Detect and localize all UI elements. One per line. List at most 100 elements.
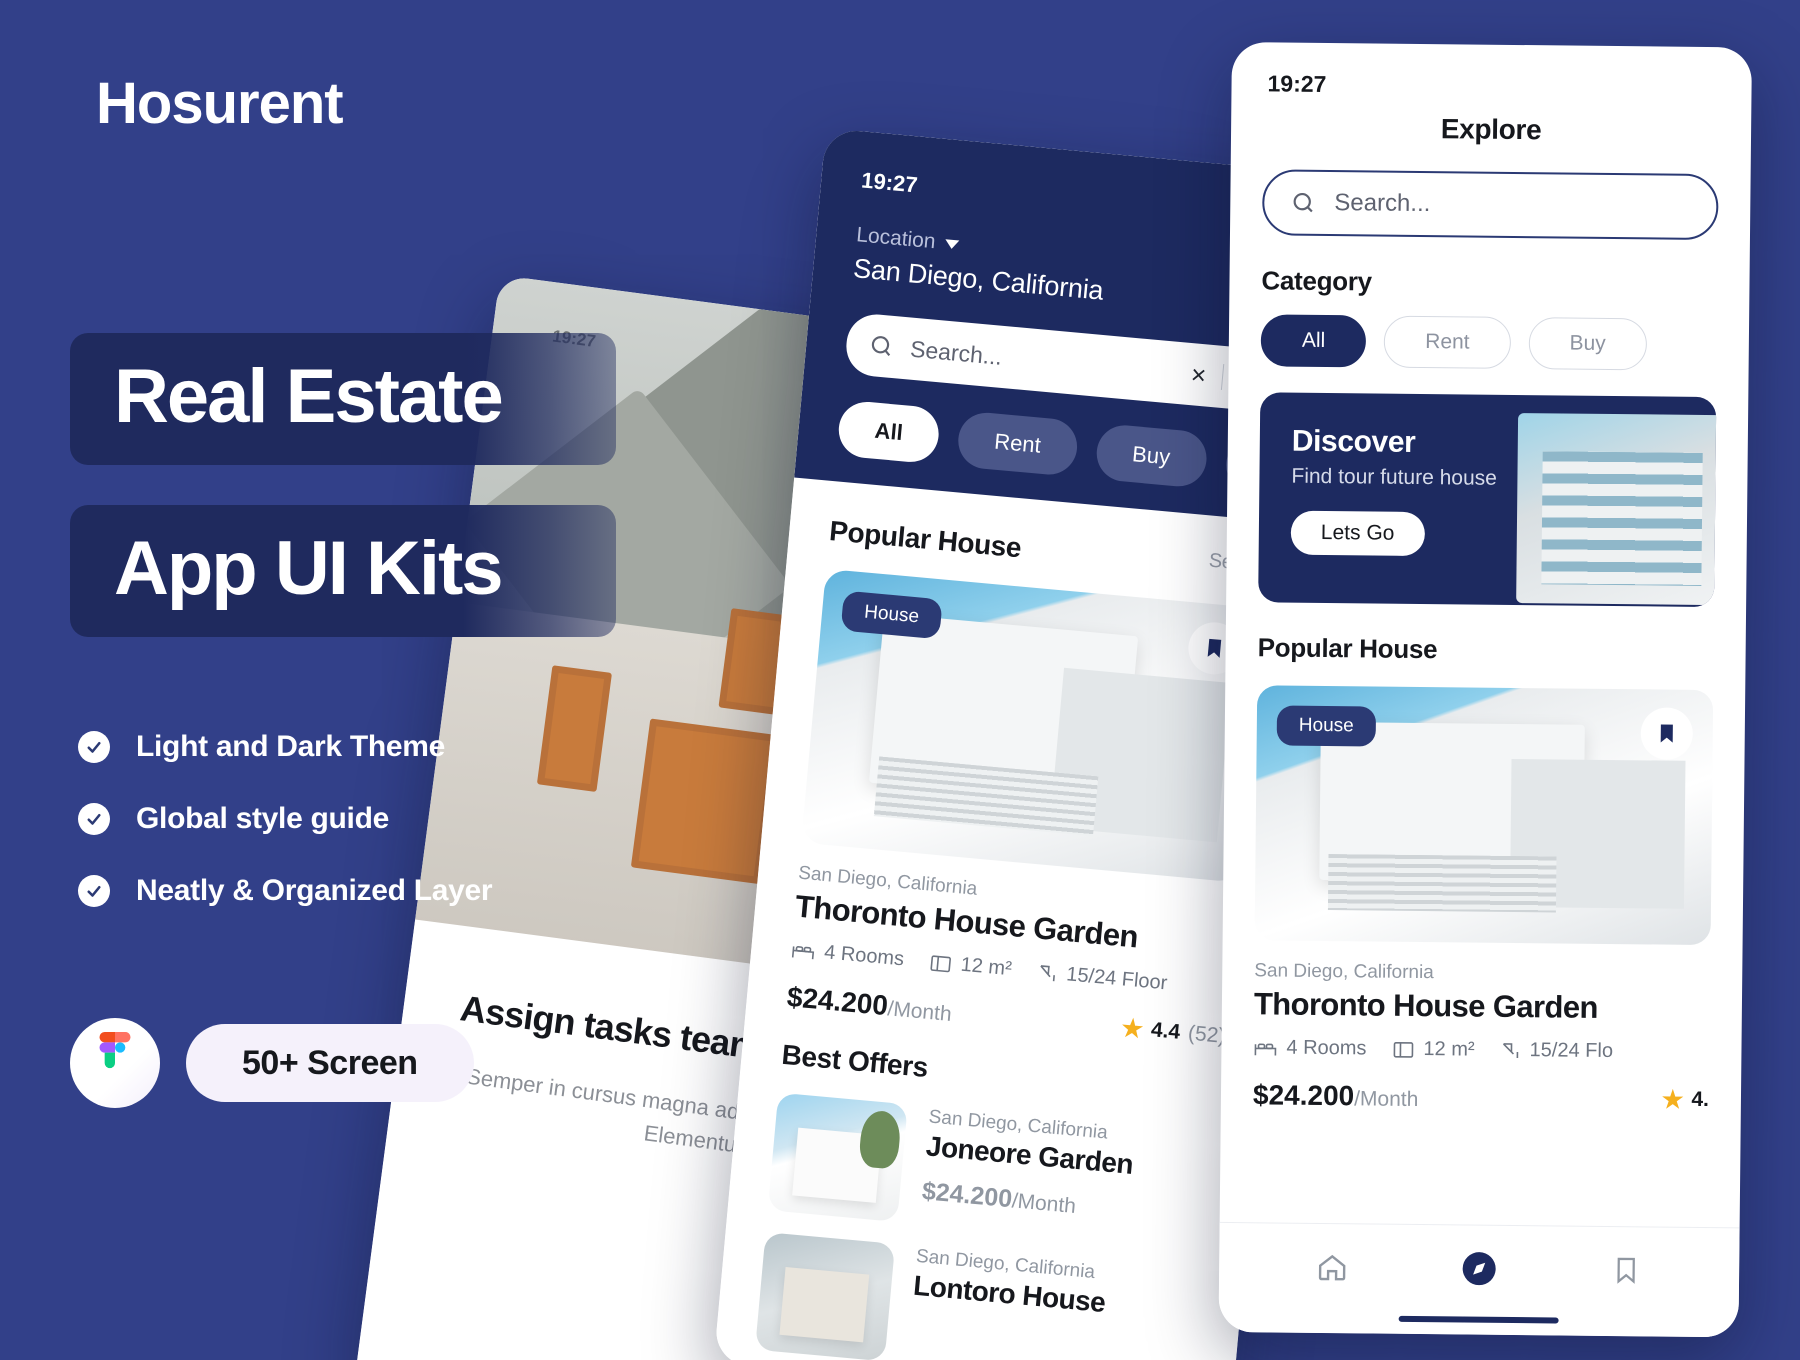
price-row: $24.200/Month ★ 4.	[1253, 1079, 1709, 1116]
list-item: Light and Dark Theme	[78, 730, 492, 764]
louvre-shape	[1327, 854, 1557, 913]
window-shape	[630, 718, 780, 885]
brand-name: Hosurent	[96, 71, 344, 136]
headline-block-2: App UI Kits	[70, 505, 616, 637]
area-icon	[1393, 1041, 1414, 1058]
rating-value: 4.	[1691, 1087, 1710, 1112]
feature-label: Light and Dark Theme	[136, 730, 446, 763]
price-value: $24.200	[1252, 1079, 1355, 1112]
figma-logo-icon[interactable]	[70, 1018, 160, 1108]
rooms-meta: 4 Rooms	[790, 938, 905, 971]
popular-house-card[interactable]: House San Diego, California Thoronto Hou…	[1253, 685, 1714, 1116]
popular-house-title: Popular House	[828, 515, 1023, 564]
chip-all[interactable]: All	[1260, 314, 1367, 368]
offer-thumbnail	[767, 1092, 908, 1222]
rating-value: 4.4	[1150, 1018, 1182, 1044]
check-circle-icon	[78, 731, 110, 763]
house-tag-badge: House	[1276, 705, 1376, 747]
popular-house-title: Popular House	[1257, 632, 1438, 665]
category-title: Category	[1261, 265, 1372, 297]
discover-banner[interactable]: Discover Find tour future house Lets Go	[1258, 392, 1717, 608]
chevron-down-icon	[945, 238, 960, 250]
price-value: $24.200	[785, 981, 890, 1022]
screens-count-badge: 50+ Screen	[186, 1024, 474, 1102]
check-circle-icon	[78, 803, 110, 835]
feature-label: Global style guide	[136, 802, 389, 835]
rating: ★ 4.	[1662, 1085, 1709, 1114]
chip-buy[interactable]: Buy	[1528, 317, 1648, 371]
chip-buy[interactable]: Buy	[1093, 422, 1209, 489]
headline-line-1: Real Estate	[114, 354, 504, 439]
divider	[1220, 363, 1225, 390]
offer-thumbnail	[754, 1232, 896, 1360]
search-icon	[871, 336, 891, 357]
floor-icon	[1503, 1042, 1519, 1058]
chip-all[interactable]: All	[836, 399, 942, 465]
star-icon: ★	[1661, 1086, 1684, 1114]
listing-title: Thoronto House Garden	[1253, 986, 1599, 1025]
listing-price: $24.200/Month	[1253, 1079, 1419, 1113]
area-meta: 12 m²	[1392, 1038, 1475, 1062]
nav-home-icon[interactable]	[1310, 1244, 1354, 1288]
list-item: Neatly & Organized Layer	[78, 874, 493, 908]
floor-meta: 15/24 Floor	[1036, 961, 1168, 996]
nav-bookmark-icon[interactable]	[1604, 1247, 1648, 1291]
tree-shape	[857, 1109, 902, 1170]
right-status-time: 19:27	[1267, 70, 1327, 97]
floor-meta: 15/24 Flo	[1500, 1039, 1613, 1063]
feature-list: Light and Dark Theme Global style guide …	[78, 730, 493, 946]
listing-meta-block: San Diego, California Thoronto House Gar…	[1253, 960, 1711, 1116]
headline-block-1: Real Estate	[70, 333, 616, 465]
screens-count-label: 50+ Screen	[242, 1043, 418, 1082]
status-time: 19:27	[860, 167, 919, 198]
search-bar[interactable]: Search...	[1261, 169, 1719, 241]
popular-house-image[interactable]: House	[801, 568, 1265, 883]
lets-go-button[interactable]: Lets Go	[1290, 510, 1425, 557]
category-chips: All Rent Buy	[1260, 314, 1718, 371]
phone-mockup-right: 19:27 Explore Search... Category All Ren…	[1218, 42, 1752, 1338]
offer-price-unit: /Month	[1010, 1189, 1077, 1219]
chip-rent[interactable]: Rent	[956, 410, 1080, 477]
area-value: 12 m²	[959, 953, 1013, 981]
house-tag-badge: House	[840, 590, 943, 640]
filter-chips: All Rent Buy Apartment	[836, 399, 1344, 507]
location-label: Location	[855, 223, 937, 254]
list-item[interactable]: San Diego, California Joneore Garden $24…	[767, 1092, 1217, 1250]
search-input[interactable]: Search...	[909, 335, 1176, 386]
star-icon: ★	[1120, 1014, 1145, 1043]
clear-icon[interactable]: ×	[1190, 359, 1208, 391]
best-offers-title: Best Offers	[780, 1038, 930, 1084]
search-input[interactable]: Search...	[1334, 189, 1430, 218]
offer-price-value: $24.200	[920, 1177, 1014, 1214]
area-meta: 12 m²	[929, 951, 1013, 981]
area-value: 12 m²	[1423, 1038, 1475, 1061]
rating: ★ 4.4 (52)	[1120, 1013, 1226, 1051]
listing-price: $24.200/Month	[786, 981, 954, 1028]
page-title: Explore	[1440, 113, 1542, 146]
listing-meta: 4 Rooms 12 m² 15/24 Flo	[1253, 1036, 1709, 1064]
offer-info: San Diego, California Lontoro House	[912, 1246, 1204, 1328]
search-bar[interactable]: Search... ×	[843, 311, 1288, 414]
rooms-value: 4 Rooms	[1286, 1036, 1367, 1060]
chip-rent[interactable]: Rent	[1383, 315, 1511, 369]
bookmark-icon[interactable]	[1640, 707, 1694, 760]
check-circle-icon	[78, 875, 110, 907]
rooms-meta: 4 Rooms	[1253, 1036, 1367, 1060]
banner-building-image	[1516, 413, 1717, 606]
list-item[interactable]: San Diego, California Lontoro House	[754, 1232, 1204, 1360]
floor-value: 15/24 Flo	[1529, 1039, 1614, 1063]
popular-house-image[interactable]: House	[1254, 685, 1714, 946]
headline-line-2: App UI Kits	[114, 526, 504, 611]
rooms-value: 4 Rooms	[823, 941, 905, 971]
bed-icon	[1254, 1043, 1277, 1056]
rating-count: (52)	[1187, 1021, 1227, 1048]
price-unit: /Month	[886, 997, 953, 1026]
offer-info: San Diego, California Joneore Garden $24…	[921, 1106, 1217, 1232]
list-item: Global style guide	[78, 802, 492, 836]
bed-icon	[791, 945, 815, 959]
floor-value: 15/24 Floor	[1065, 963, 1169, 995]
promo-poster: 19:27 Assign tasks team eas Semper in cu…	[0, 0, 1800, 1360]
listing-location: San Diego, California	[1254, 960, 1434, 984]
search-icon	[1293, 192, 1313, 213]
nav-compass-icon[interactable]	[1457, 1246, 1501, 1290]
